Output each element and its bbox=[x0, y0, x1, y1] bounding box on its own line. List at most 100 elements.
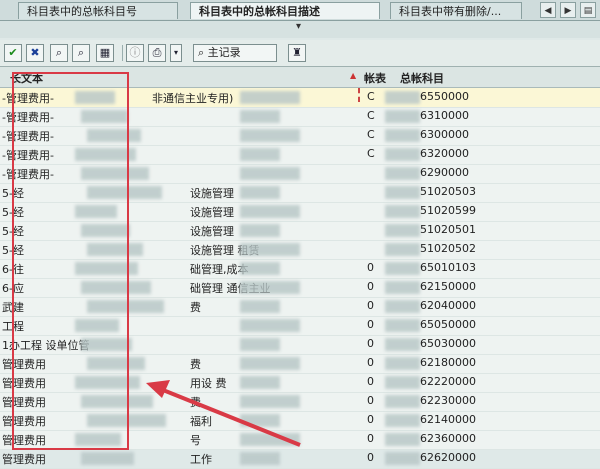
print-dropdown-icon[interactable]: ▾ bbox=[170, 44, 182, 62]
redacted-text bbox=[385, 262, 420, 275]
redacted-text bbox=[81, 452, 134, 465]
redacted-text bbox=[385, 357, 420, 370]
redacted-text bbox=[385, 129, 420, 142]
row-chart-code: C bbox=[367, 109, 375, 122]
row-gl-account: 62620000 bbox=[420, 451, 476, 464]
print-icon[interactable]: ⎙ bbox=[148, 44, 166, 62]
row-gl-account: 6310000 bbox=[420, 109, 469, 122]
redacted-text bbox=[240, 300, 280, 313]
tab-scroll-left-icon[interactable]: ◀ bbox=[540, 2, 556, 18]
row-gl-account: 65010103 bbox=[420, 261, 476, 274]
toolbar: ✔ ✖ ⌕ ⌕ ▦ ⓘ ⎙ ▾ ⌕ 主记录 ♜ bbox=[0, 40, 600, 67]
redacted-text bbox=[385, 186, 420, 199]
row-gl-account: 6300000 bbox=[420, 128, 469, 141]
redacted-text bbox=[240, 433, 300, 446]
redacted-text bbox=[240, 243, 300, 256]
redacted-text bbox=[240, 205, 300, 218]
tab-account-number[interactable]: 科目表中的总帐科目号 bbox=[18, 2, 178, 19]
redacted-text bbox=[240, 129, 300, 142]
redacted-text bbox=[385, 281, 420, 294]
master-record-label: 主记录 bbox=[207, 46, 241, 59]
row-gl-account: 62220000 bbox=[420, 375, 476, 388]
tab-menu-icon[interactable]: ▤ bbox=[580, 2, 596, 18]
redacted-text bbox=[385, 148, 420, 161]
redacted-text bbox=[385, 224, 420, 237]
row-chart-code: 0 bbox=[367, 356, 374, 369]
redacted-text bbox=[385, 433, 420, 446]
redacted-text bbox=[240, 262, 280, 275]
row-chart-code: 0 bbox=[367, 394, 374, 407]
row-note: 设施管理 bbox=[190, 206, 234, 219]
row-gl-account: 62230000 bbox=[420, 394, 476, 407]
find-icon[interactable]: ⌕ bbox=[50, 44, 68, 62]
row-chart-code: C bbox=[367, 90, 375, 103]
master-record-button[interactable]: ⌕ 主记录 bbox=[193, 44, 277, 62]
redacted-text bbox=[240, 357, 300, 370]
sort-icon[interactable]: ▲ bbox=[350, 71, 356, 80]
redacted-text bbox=[385, 205, 420, 218]
stamp-icon[interactable]: ♜ bbox=[288, 44, 306, 62]
redacted-text bbox=[385, 376, 420, 389]
row-gl-account: 6320000 bbox=[420, 147, 469, 160]
table-row[interactable]: 管理费用 工作 0 62620000 bbox=[0, 449, 600, 469]
redacted-text bbox=[240, 91, 300, 104]
row-gl-account: 62180000 bbox=[420, 356, 476, 369]
redacted-text bbox=[240, 110, 280, 123]
row-gl-account: 65030000 bbox=[420, 337, 476, 350]
redacted-text bbox=[240, 186, 280, 199]
redacted-text bbox=[385, 167, 420, 180]
checkmark-icon[interactable]: ✔ bbox=[4, 44, 22, 62]
row-chart-code: C bbox=[367, 147, 375, 160]
tab-account-deletion[interactable]: 科目表中带有删除/... bbox=[390, 2, 522, 19]
row-note: 用设 费 bbox=[190, 377, 227, 390]
redacted-text bbox=[240, 395, 300, 408]
row-gl-account: 51020501 bbox=[420, 223, 476, 236]
tab-scroll-right-icon[interactable]: ▶ bbox=[560, 2, 576, 18]
info-icon[interactable]: ⓘ bbox=[126, 44, 144, 62]
row-note: 工作 bbox=[190, 453, 212, 466]
redacted-text bbox=[240, 281, 300, 294]
filter-icon[interactable]: ▦ bbox=[96, 44, 114, 62]
toolbar-separator bbox=[122, 45, 123, 61]
row-gl-account: 62140000 bbox=[420, 413, 476, 426]
redacted-text bbox=[240, 148, 280, 161]
row-note: 费 bbox=[190, 358, 201, 371]
row-note: 设施管理 bbox=[190, 187, 234, 200]
row-note: 非通信主业专用) bbox=[152, 92, 234, 105]
row-gl-account: 62150000 bbox=[420, 280, 476, 293]
selection-marker bbox=[358, 88, 364, 102]
row-chart-code: 0 bbox=[367, 375, 374, 388]
redacted-text bbox=[240, 224, 280, 237]
row-note: 费 bbox=[190, 301, 201, 314]
row-gl-account: 6290000 bbox=[420, 166, 469, 179]
row-gl-account: 65050000 bbox=[420, 318, 476, 331]
row-chart-code: C bbox=[367, 128, 375, 141]
header-gl-account[interactable]: 总帐科目 bbox=[400, 70, 444, 86]
highlight-box bbox=[12, 72, 129, 450]
collapse-marker-icon[interactable]: ▾ bbox=[296, 21, 301, 32]
redacted-text bbox=[385, 414, 420, 427]
row-note: 费 bbox=[190, 396, 201, 409]
row-note: 号 bbox=[190, 434, 201, 447]
row-note: 设施管理 bbox=[190, 225, 234, 238]
redacted-text bbox=[385, 395, 420, 408]
row-gl-account: 51020599 bbox=[420, 204, 476, 217]
redacted-text bbox=[240, 414, 280, 427]
row-chart-code: 0 bbox=[367, 261, 374, 274]
search-icon: ⌕ bbox=[198, 46, 205, 59]
row-chart-code: 0 bbox=[367, 337, 374, 350]
redacted-text bbox=[240, 376, 280, 389]
row-gl-account: 6550000 bbox=[420, 90, 469, 103]
row-chart-code: 0 bbox=[367, 299, 374, 312]
cancel-icon[interactable]: ✖ bbox=[26, 44, 44, 62]
redacted-text bbox=[240, 167, 300, 180]
row-chart-code: 0 bbox=[367, 451, 374, 464]
row-chart-code: 0 bbox=[367, 413, 374, 426]
row-chart-code: 0 bbox=[367, 432, 374, 445]
tab-strip: 科目表中的总帐科目号 科目表中的总帐科目描述 科目表中带有删除/... ◀ ▶ … bbox=[0, 0, 600, 21]
row-chart-code: 0 bbox=[367, 280, 374, 293]
header-chart-of-accounts[interactable]: 帐表 bbox=[364, 70, 386, 86]
tab-account-description[interactable]: 科目表中的总帐科目描述 bbox=[190, 2, 380, 19]
find-next-icon[interactable]: ⌕ bbox=[72, 44, 90, 62]
redacted-text bbox=[385, 243, 420, 256]
